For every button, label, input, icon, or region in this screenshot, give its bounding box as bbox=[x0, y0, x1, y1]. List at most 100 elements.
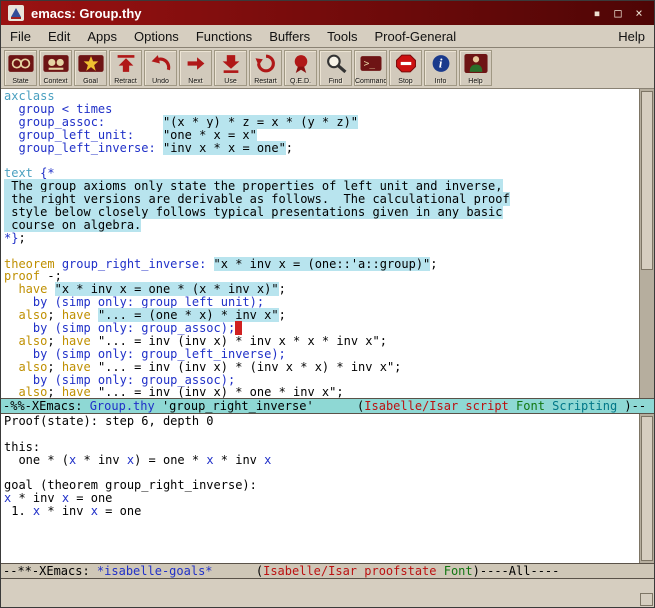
text-segment: text bbox=[4, 166, 33, 180]
goal-icon bbox=[75, 51, 106, 75]
menu-tools[interactable]: Tools bbox=[327, 29, 357, 44]
maximize-button[interactable]: □ bbox=[610, 5, 626, 21]
menu-functions[interactable]: Functions bbox=[196, 29, 252, 44]
text-segment: ; bbox=[18, 231, 25, 245]
close-button[interactable]: × bbox=[631, 5, 647, 21]
help-button[interactable]: Help bbox=[459, 50, 492, 86]
editor-line[interactable]: theorem group_right_inverse: "x * inv x … bbox=[4, 258, 639, 271]
text-segment: Scripting bbox=[552, 399, 617, 413]
text-segment: have bbox=[62, 385, 91, 398]
menu-options[interactable]: Options bbox=[134, 29, 179, 44]
goals-line[interactable]: Proof(state): step 6, depth 0 bbox=[4, 415, 639, 428]
goals-scrollbar[interactable] bbox=[639, 414, 654, 563]
tool-caption: Help bbox=[460, 78, 491, 85]
text-segment: x bbox=[264, 453, 271, 467]
text-segment: ; bbox=[47, 334, 61, 348]
tool-caption: Stop bbox=[390, 78, 421, 85]
menu-proof-general[interactable]: Proof-General bbox=[375, 29, 457, 44]
text-segment: 'group_right_inverse' bbox=[155, 399, 314, 413]
menu-apps[interactable]: Apps bbox=[87, 29, 117, 44]
menu-edit[interactable]: Edit bbox=[48, 29, 70, 44]
goals-buffer[interactable]: Proof(state): step 6, depth 0this: one *… bbox=[1, 414, 639, 563]
editor-line[interactable]: style below closely follows typical pres… bbox=[4, 206, 639, 219]
text-segment bbox=[91, 308, 98, 322]
window-icon bbox=[8, 5, 24, 21]
titlebar[interactable]: emacs: Group.thy ▪□× bbox=[1, 1, 654, 25]
tool-caption: Retract bbox=[110, 78, 141, 85]
retract-icon bbox=[110, 51, 141, 75]
text-segment: "... = inv (inv x) * inv x * x * inv x"; bbox=[98, 334, 387, 348]
text-segment bbox=[4, 321, 33, 335]
find-icon bbox=[320, 51, 351, 75]
tool-caption: Use bbox=[215, 78, 246, 85]
minibuffer[interactable] bbox=[1, 579, 654, 607]
goals-line[interactable]: one * (x * inv x) = one * x * inv x bbox=[4, 454, 639, 467]
editor-line[interactable] bbox=[4, 154, 639, 167]
editor-line[interactable]: *}; bbox=[4, 232, 639, 245]
text-segment: style below closely follows typical pres… bbox=[4, 205, 503, 219]
text-segment: course on algebra. bbox=[4, 218, 141, 232]
text-segment: = one bbox=[69, 491, 112, 505]
text-segment bbox=[105, 115, 163, 129]
tool-caption: Find bbox=[320, 78, 351, 85]
text-segment: Font bbox=[444, 564, 473, 578]
modeline-script[interactable]: -%%-XEmacs: Group.thy 'group_right_inver… bbox=[1, 398, 654, 414]
context-button[interactable]: Context bbox=[39, 50, 72, 86]
text-segment: --**- bbox=[3, 564, 39, 578]
context-icon bbox=[40, 51, 71, 75]
tool-caption: State bbox=[5, 78, 36, 85]
text-segment: * inv bbox=[40, 504, 91, 518]
resize-grip[interactable] bbox=[640, 593, 653, 606]
text-segment bbox=[4, 128, 18, 142]
text-segment bbox=[509, 399, 516, 413]
text-segment bbox=[4, 360, 18, 374]
menu-buffers[interactable]: Buffers bbox=[269, 29, 310, 44]
minimize-button[interactable]: ▪ bbox=[589, 5, 605, 21]
text-segment: ) bbox=[617, 399, 631, 413]
editor-scrollbar-thumb[interactable] bbox=[641, 91, 653, 270]
goals-scrollbar-thumb[interactable] bbox=[641, 416, 653, 561]
text-segment: also bbox=[18, 334, 47, 348]
goals-line[interactable]: 1. x * inv x = one bbox=[4, 505, 639, 518]
text-segment bbox=[4, 115, 18, 129]
find-button[interactable]: Find bbox=[319, 50, 352, 86]
text-segment: group_left_inverse: bbox=[18, 141, 155, 155]
text-segment: "(x * y) * z = x * (y * z)" bbox=[163, 115, 358, 129]
tool-caption: Command bbox=[355, 78, 386, 85]
editor-line[interactable]: course on algebra. bbox=[4, 219, 639, 232]
info-button[interactable]: iInfo bbox=[424, 50, 457, 86]
modeline-goals[interactable]: --**-XEmacs: *isabelle-goals* (Isabelle/… bbox=[1, 563, 654, 579]
next-button[interactable]: Next bbox=[179, 50, 212, 86]
menu-help[interactable]: Help bbox=[618, 29, 645, 44]
qed-button[interactable]: Q.E.D. bbox=[284, 50, 317, 86]
text-segment bbox=[156, 141, 163, 155]
goal-button[interactable]: Goal bbox=[74, 50, 107, 86]
text-segment: by (simp only: group_assoc); bbox=[33, 373, 235, 387]
menu-file[interactable]: File bbox=[10, 29, 31, 44]
restart-button[interactable]: Restart bbox=[249, 50, 282, 86]
editor-scrollbar[interactable] bbox=[639, 89, 654, 398]
text-segment: {* bbox=[40, 166, 54, 180]
text-segment bbox=[134, 128, 163, 142]
menubar: File Edit Apps Options Functions Buffers Tools… bbox=[1, 25, 654, 48]
editor-line[interactable]: group_left_inverse: "inv x * x = one"; bbox=[4, 142, 639, 155]
text-segment bbox=[4, 308, 18, 322]
retract-button[interactable]: Retract bbox=[109, 50, 142, 86]
menubar-items: File Edit Apps Options Functions Buffers Tools… bbox=[10, 29, 618, 44]
help-icon bbox=[460, 51, 491, 75]
command-button[interactable]: >_ Command bbox=[354, 50, 387, 86]
text-segment: "... = inv (inv x) * one * inv x"; bbox=[98, 385, 344, 398]
editor-line[interactable]: also; have "... = inv (inv x) * one * in… bbox=[4, 386, 639, 398]
stop-button[interactable]: Stop bbox=[389, 50, 422, 86]
state-button[interactable]: State bbox=[4, 50, 37, 86]
text-segment bbox=[235, 321, 242, 335]
undo-button[interactable]: Undo bbox=[144, 50, 177, 86]
text-segment: * inv bbox=[214, 453, 265, 467]
goals-line[interactable] bbox=[4, 428, 639, 441]
editor-buffer[interactable]: axclass group < times group_assoc: "(x *… bbox=[1, 89, 639, 398]
text-segment: ; bbox=[430, 257, 437, 271]
qed-icon bbox=[285, 51, 316, 75]
svg-text:>_: >_ bbox=[363, 58, 375, 69]
text-segment: * inv bbox=[11, 491, 62, 505]
use-button[interactable]: Use bbox=[214, 50, 247, 86]
